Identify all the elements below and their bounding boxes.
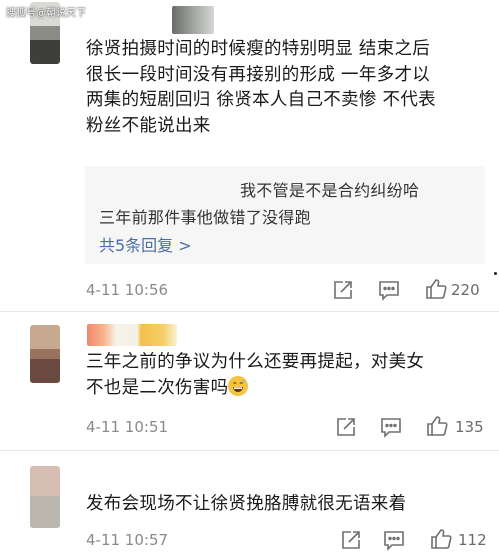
like-icon[interactable]: [426, 415, 448, 437]
comment-text: 发布会现场不让徐贤挽胳膊就很无语来着: [86, 494, 407, 514]
reply-icon[interactable]: [378, 279, 400, 301]
share-icon[interactable]: [332, 279, 354, 301]
watermark: 搜狐号@朝说天下: [6, 8, 86, 19]
comment-time: 4-11 10:56: [86, 281, 169, 299]
like-count: 135: [455, 418, 484, 436]
scroll-indicator: [494, 272, 497, 275]
share-icon[interactable]: [340, 529, 362, 551]
reply-icon[interactable]: [380, 416, 402, 438]
reply-preview-box[interactable]: 我不管是不是合约纠纷哈 三年前那件事他做错了没得跑 共5条回复 >: [85, 166, 485, 264]
divider: [0, 311, 499, 312]
reply-icon[interactable]: [383, 529, 405, 551]
share-icon[interactable]: [335, 416, 357, 438]
reply-line: 三年前那件事他做错了没得跑: [99, 208, 311, 227]
comment-text: 三年之前的争议为什么还要再提起，对美女 不也是二次伤害吗: [86, 352, 425, 398]
like-count: 112: [458, 531, 487, 549]
divider: [0, 450, 499, 451]
avatar[interactable]: [30, 466, 60, 528]
view-more-replies-link[interactable]: 共5条回复 >: [99, 232, 192, 256]
grinning-sweat-emoji: [228, 375, 249, 396]
like-count: 220: [451, 281, 480, 299]
username-blurred[interactable]: [87, 324, 177, 346]
like-icon[interactable]: [425, 278, 447, 300]
avatar[interactable]: [30, 325, 60, 383]
comment-text: 徐贤拍摄时间的时候瘦的特别明显 结束之后 很长一段时间没有再接别的形成 一年多才…: [86, 39, 436, 136]
username-blurred[interactable]: [172, 6, 214, 34]
comment-time: 4-11 10:51: [86, 418, 169, 436]
reply-line: 我不管是不是合约纠纷哈: [240, 181, 420, 200]
comment-time: 4-11 10:57: [86, 531, 169, 549]
like-icon[interactable]: [430, 528, 452, 550]
